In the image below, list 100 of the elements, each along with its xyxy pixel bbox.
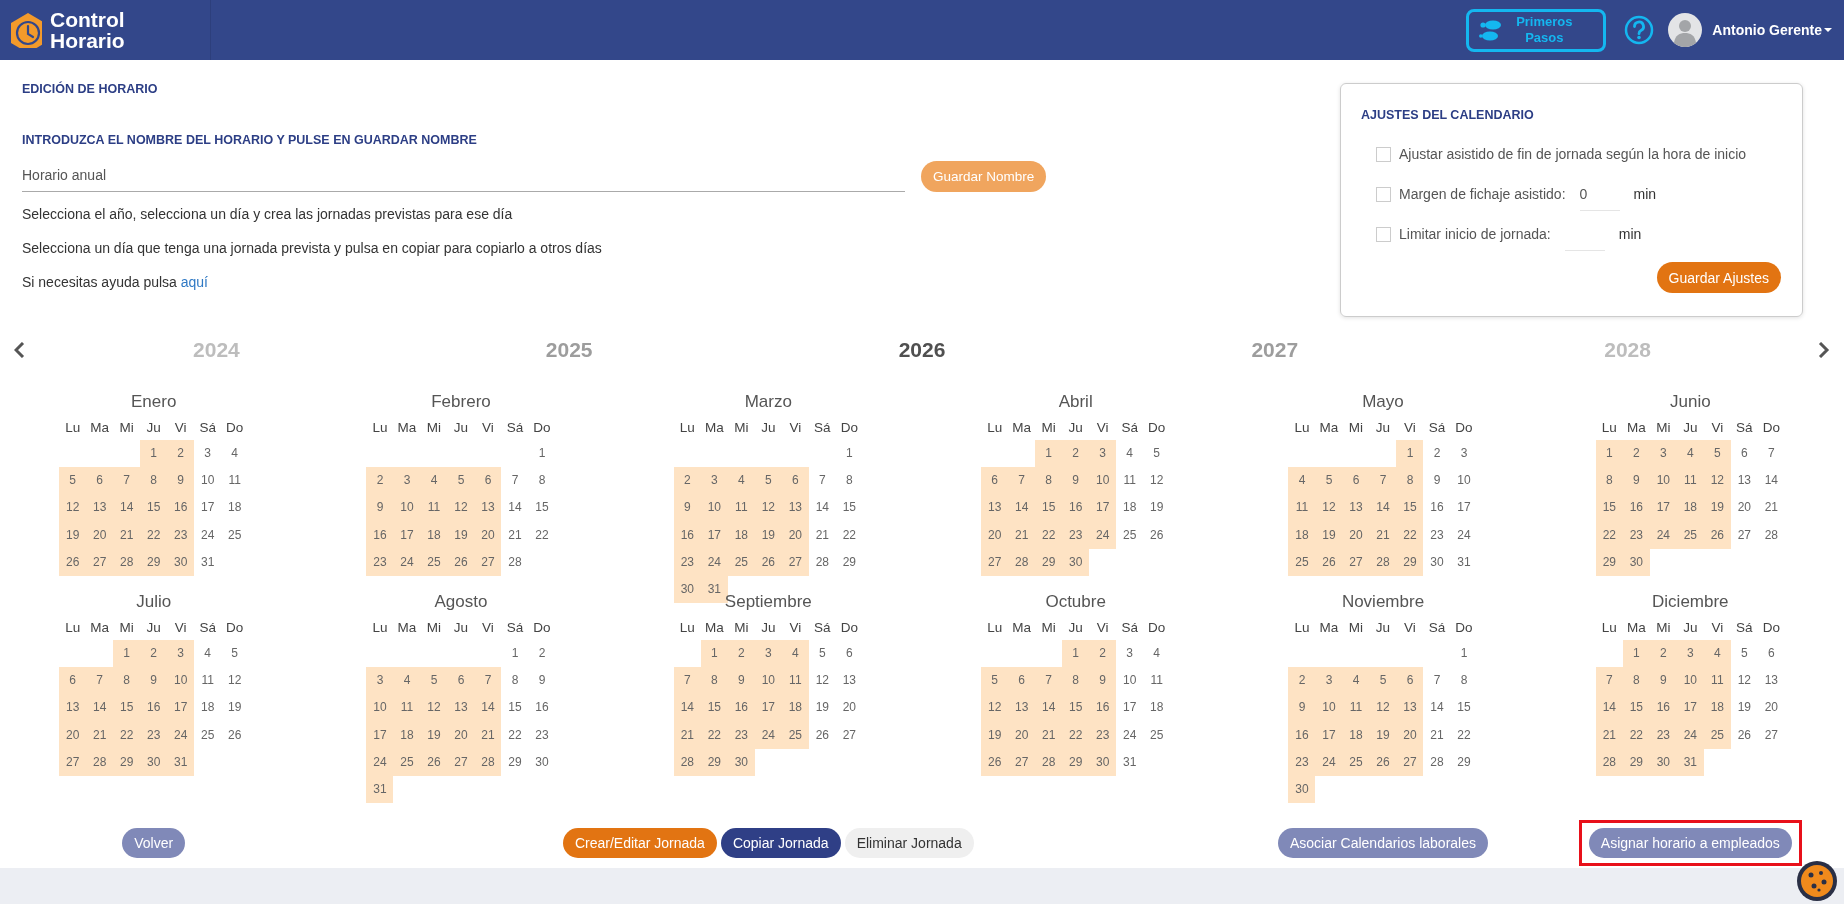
- day-cell[interactable]: 2: [140, 640, 168, 668]
- day-cell[interactable]: 24: [366, 748, 394, 776]
- day-cell[interactable]: 24: [1315, 748, 1343, 776]
- day-cell[interactable]: 26: [1730, 721, 1758, 749]
- day-cell[interactable]: 7: [1369, 467, 1397, 495]
- day-cell[interactable]: 5: [1703, 440, 1731, 468]
- day-cell[interactable]: 8: [1622, 667, 1650, 695]
- day-cell[interactable]: 22: [1450, 721, 1478, 749]
- day-cell[interactable]: 3: [754, 640, 782, 668]
- day-cell[interactable]: 10: [167, 667, 195, 695]
- day-cell[interactable]: 16: [167, 494, 195, 522]
- day-cell[interactable]: 6: [474, 467, 502, 495]
- day-cell[interactable]: 18: [1676, 494, 1704, 522]
- day-cell[interactable]: 4: [420, 467, 448, 495]
- day-cell[interactable]: 6: [1730, 440, 1758, 468]
- day-cell[interactable]: 8: [501, 667, 529, 695]
- day-cell[interactable]: 7: [1008, 467, 1036, 495]
- day-cell[interactable]: 5: [981, 667, 1009, 695]
- day-cell[interactable]: 3: [1315, 667, 1343, 695]
- day-cell[interactable]: 22: [140, 521, 168, 549]
- day-cell[interactable]: 28: [113, 548, 141, 576]
- day-cell[interactable]: 21: [501, 521, 529, 549]
- day-cell[interactable]: 1: [1062, 640, 1090, 668]
- day-cell[interactable]: 15: [835, 494, 863, 522]
- day-cell[interactable]: 6: [86, 467, 114, 495]
- day-cell[interactable]: 1: [1622, 640, 1650, 668]
- day-cell[interactable]: 27: [59, 748, 87, 776]
- day-cell[interactable]: 6: [1008, 667, 1036, 695]
- day-cell[interactable]: 7: [474, 667, 502, 695]
- day-cell[interactable]: 2: [528, 640, 556, 668]
- day-cell[interactable]: 17: [393, 521, 421, 549]
- day-cell[interactable]: 3: [366, 667, 394, 695]
- day-cell[interactable]: 11: [781, 667, 809, 695]
- day-cell[interactable]: 11: [393, 694, 421, 722]
- day-cell[interactable]: 29: [501, 748, 529, 776]
- day-cell[interactable]: 5: [1315, 467, 1343, 495]
- day-cell[interactable]: 7: [1423, 667, 1451, 695]
- day-cell[interactable]: 19: [221, 694, 249, 722]
- day-cell[interactable]: 22: [528, 521, 556, 549]
- day-cell[interactable]: 15: [140, 494, 168, 522]
- day-cell[interactable]: 18: [1143, 694, 1171, 722]
- day-cell[interactable]: 7: [673, 667, 701, 695]
- day-cell[interactable]: 16: [366, 521, 394, 549]
- day-cell[interactable]: 16: [140, 694, 168, 722]
- day-cell[interactable]: 28: [474, 748, 502, 776]
- day-cell[interactable]: 16: [528, 694, 556, 722]
- day-cell[interactable]: 19: [447, 521, 475, 549]
- day-cell[interactable]: 1: [113, 640, 141, 668]
- day-cell[interactable]: 1: [528, 440, 556, 468]
- day-cell[interactable]: 7: [808, 467, 836, 495]
- day-cell[interactable]: 30: [528, 748, 556, 776]
- day-cell[interactable]: 21: [1008, 521, 1036, 549]
- day-cell[interactable]: 7: [86, 667, 114, 695]
- day-cell[interactable]: 17: [1676, 694, 1704, 722]
- day-cell[interactable]: 21: [86, 721, 114, 749]
- day-cell[interactable]: 15: [700, 694, 728, 722]
- day-cell[interactable]: 26: [808, 721, 836, 749]
- day-cell[interactable]: 10: [700, 494, 728, 522]
- day-cell[interactable]: 30: [140, 748, 168, 776]
- day-cell[interactable]: 26: [1369, 748, 1397, 776]
- day-cell[interactable]: 12: [981, 694, 1009, 722]
- day-cell[interactable]: 31: [366, 775, 394, 804]
- day-cell[interactable]: 25: [1342, 748, 1370, 776]
- day-cell[interactable]: 2: [1089, 640, 1117, 668]
- day-cell[interactable]: 3: [194, 440, 222, 468]
- day-cell[interactable]: 13: [835, 667, 863, 695]
- day-cell[interactable]: 11: [420, 494, 448, 522]
- day-cell[interactable]: 27: [1342, 548, 1370, 576]
- day-cell[interactable]: 2: [1288, 667, 1316, 695]
- day-cell[interactable]: 12: [1143, 467, 1171, 495]
- day-cell[interactable]: 3: [1089, 440, 1117, 468]
- day-cell[interactable]: 30: [673, 575, 701, 604]
- day-cell[interactable]: 26: [1315, 548, 1343, 576]
- day-cell[interactable]: 13: [59, 694, 87, 722]
- day-cell[interactable]: 27: [835, 721, 863, 749]
- day-cell[interactable]: 24: [393, 548, 421, 576]
- day-cell[interactable]: 31: [194, 548, 222, 576]
- day-cell[interactable]: 27: [1008, 748, 1036, 776]
- day-cell[interactable]: 23: [167, 521, 195, 549]
- year-tab[interactable]: 2027: [1098, 338, 1452, 362]
- day-cell[interactable]: 29: [1595, 548, 1623, 576]
- user-menu[interactable]: Antonio Gerente: [1712, 22, 1832, 38]
- save-settings-button[interactable]: Guardar Ajustes: [1656, 262, 1781, 293]
- day-cell[interactable]: 29: [1396, 548, 1424, 576]
- day-cell[interactable]: 27: [1757, 721, 1785, 749]
- day-cell[interactable]: 3: [167, 640, 195, 668]
- day-cell[interactable]: 5: [1730, 640, 1758, 668]
- day-cell[interactable]: 11: [1703, 667, 1731, 695]
- day-cell[interactable]: 1: [700, 640, 728, 668]
- help-icon[interactable]: [1624, 15, 1655, 45]
- guide-button[interactable]: Primeros Pasos: [1466, 8, 1607, 52]
- day-cell[interactable]: 15: [501, 694, 529, 722]
- day-cell[interactable]: 11: [1116, 467, 1144, 495]
- day-cell[interactable]: 29: [1450, 748, 1478, 776]
- day-cell[interactable]: 27: [474, 548, 502, 576]
- day-cell[interactable]: 27: [86, 548, 114, 576]
- day-cell[interactable]: 2: [1423, 440, 1451, 468]
- day-cell[interactable]: 7: [1595, 667, 1623, 695]
- day-cell[interactable]: 6: [1342, 467, 1370, 495]
- day-cell[interactable]: 3: [393, 467, 421, 495]
